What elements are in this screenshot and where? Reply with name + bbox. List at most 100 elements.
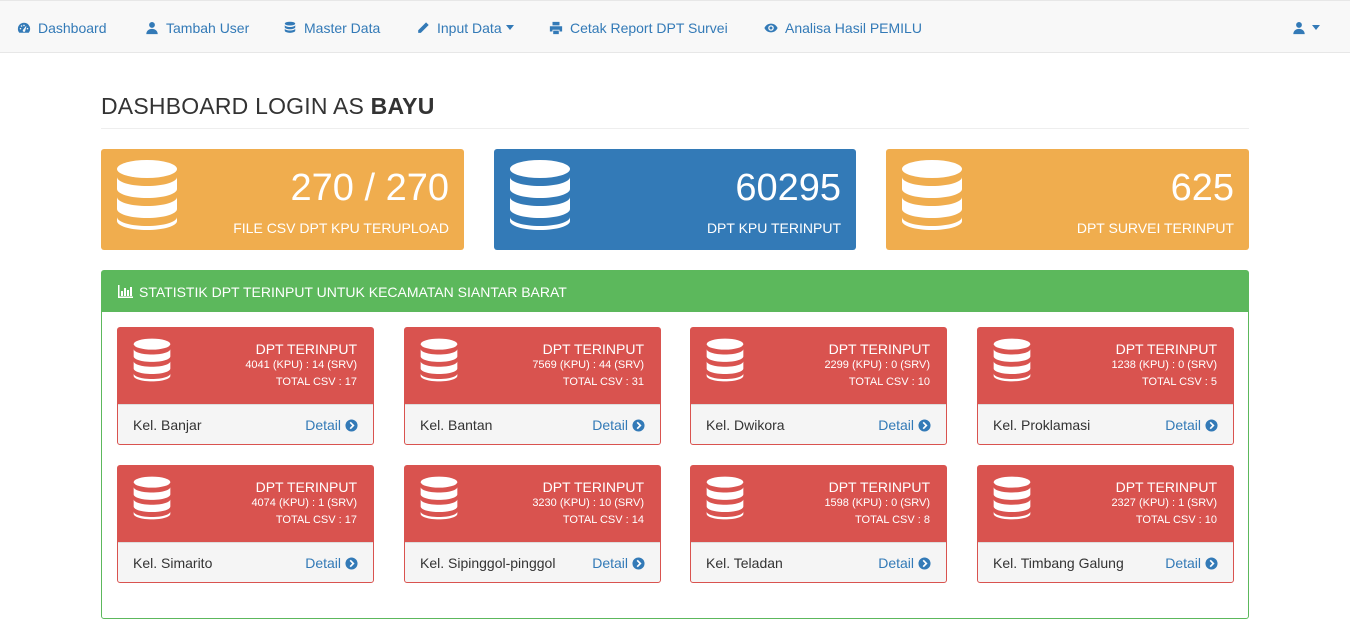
page-title-username: BAYU	[370, 93, 435, 119]
kelurahan-name: Kel. Timbang Galung	[993, 555, 1124, 571]
stat-value: 270 / 270	[290, 167, 449, 209]
card-total-csv: TOTAL CSV : 31	[562, 376, 644, 388]
card-title: DPT TERINPUT	[255, 341, 357, 357]
nav-cetak-report[interactable]: Cetak Report DPT Survei	[549, 1, 728, 54]
kelurahan-card-footer: Kel. Proklamasi Detail	[978, 404, 1233, 444]
top-navbar: Dashboard Tambah User Master Data Input …	[0, 0, 1350, 53]
dashboard-icon	[17, 22, 31, 33]
kelurahan-card-summary: DPT TERINPUT 2299 (KPU) : 0 (SRV) TOTAL …	[691, 328, 946, 404]
card-counts: 4074 (KPU) : 1 (SRV)	[251, 497, 357, 509]
arrow-circle-right-icon	[632, 418, 645, 432]
detail-link[interactable]: Detail	[305, 417, 358, 433]
database-icon	[133, 476, 171, 520]
card-title: DPT TERINPUT	[828, 479, 930, 495]
arrow-circle-right-icon	[345, 418, 358, 432]
database-icon	[902, 160, 962, 230]
arrow-circle-right-icon	[345, 556, 358, 570]
eye-icon	[764, 23, 778, 32]
kelurahan-card: DPT TERINPUT 7569 (KPU) : 44 (SRV) TOTAL…	[404, 327, 661, 445]
nav-tambah-user-label: Tambah User	[166, 19, 250, 36]
stat-value: 60295	[735, 167, 841, 209]
kelurahan-card-footer: Kel. Timbang Galung Detail	[978, 542, 1233, 582]
nav-dashboard[interactable]: Dashboard	[17, 1, 107, 54]
detail-link[interactable]: Detail	[305, 555, 358, 571]
card-counts: 1238 (KPU) : 0 (SRV)	[1111, 359, 1217, 371]
database-icon	[706, 338, 744, 382]
kelurahan-card-footer: Kel. Simarito Detail	[118, 542, 373, 582]
card-counts: 7569 (KPU) : 44 (SRV)	[532, 359, 644, 371]
card-counts: 2299 (KPU) : 0 (SRV)	[824, 359, 930, 371]
page-title-prefix: DASHBOARD LOGIN AS	[101, 93, 371, 119]
nav-input-data-dropdown[interactable]: Input Data	[416, 1, 514, 54]
bar-chart-icon	[118, 285, 133, 298]
panel-heading: STATISTIK DPT TERINPUT UNTUK KECAMATAN S…	[102, 271, 1248, 312]
user-icon	[146, 21, 158, 34]
kelurahan-card-summary: DPT TERINPUT 4041 (KPU) : 14 (SRV) TOTAL…	[118, 328, 373, 404]
kelurahan-name: Kel. Banjar	[133, 417, 202, 433]
card-title: DPT TERINPUT	[255, 479, 357, 495]
card-title: DPT TERINPUT	[828, 341, 930, 357]
card-total-csv: TOTAL CSV : 10	[848, 376, 930, 388]
stat-label: DPT KPU TERINPUT	[706, 220, 841, 236]
card-counts: 3230 (KPU) : 10 (SRV)	[532, 497, 644, 509]
kelurahan-name: Kel. Dwikora	[706, 417, 785, 433]
kelurahan-card-summary: DPT TERINPUT 1598 (KPU) : 0 (SRV) TOTAL …	[691, 466, 946, 542]
card-total-csv: TOTAL CSV : 8	[855, 514, 930, 526]
kelurahan-card-footer: Kel. Banjar Detail	[118, 404, 373, 444]
nav-analisa-hasil-label: Analisa Hasil PEMILU	[785, 19, 922, 36]
database-icon	[993, 476, 1031, 520]
nav-master-data[interactable]: Master Data	[283, 1, 380, 54]
nav-cetak-report-label: Cetak Report DPT Survei	[570, 19, 728, 36]
card-total-csv: TOTAL CSV : 14	[562, 514, 644, 526]
pencil-icon	[417, 21, 429, 34]
arrow-circle-right-icon	[632, 556, 645, 570]
kelurahan-card: DPT TERINPUT 4074 (KPU) : 1 (SRV) TOTAL …	[117, 465, 374, 583]
kelurahan-card-footer: Kel. Bantan Detail	[405, 404, 660, 444]
database-icon	[510, 160, 570, 230]
nav-analisa-hasil[interactable]: Analisa Hasil PEMILU	[764, 1, 922, 54]
user-menu-dropdown[interactable]	[1292, 1, 1320, 54]
card-total-csv: TOTAL CSV : 5	[1142, 376, 1217, 388]
kelurahan-card: DPT TERINPUT 1598 (KPU) : 0 (SRV) TOTAL …	[690, 465, 947, 583]
detail-link[interactable]: Detail	[1165, 555, 1218, 571]
card-title: DPT TERINPUT	[1115, 479, 1217, 495]
detail-link[interactable]: Detail	[592, 417, 645, 433]
card-title: DPT TERINPUT	[542, 479, 644, 495]
database-icon	[706, 476, 744, 520]
card-total-csv: TOTAL CSV : 17	[275, 514, 357, 526]
detail-link[interactable]: Detail	[878, 555, 931, 571]
stat-label: FILE CSV DPT KPU TERUPLOAD	[233, 220, 449, 236]
detail-label: Detail	[305, 417, 341, 433]
kelurahan-card: DPT TERINPUT 2327 (KPU) : 1 (SRV) TOTAL …	[977, 465, 1234, 583]
card-total-csv: TOTAL CSV : 17	[275, 376, 357, 388]
nav-master-data-label: Master Data	[304, 19, 381, 36]
card-counts: 1598 (KPU) : 0 (SRV)	[824, 497, 930, 509]
kelurahan-card: DPT TERINPUT 4041 (KPU) : 14 (SRV) TOTAL…	[117, 327, 374, 445]
kelurahan-card: DPT TERINPUT 3230 (KPU) : 10 (SRV) TOTAL…	[404, 465, 661, 583]
user-icon	[1293, 21, 1305, 34]
print-icon	[549, 21, 563, 34]
kelurahan-name: Kel. Sipinggol-pinggol	[420, 555, 556, 571]
detail-label: Detail	[878, 555, 914, 571]
arrow-circle-right-icon	[1205, 556, 1218, 570]
nav-tambah-user[interactable]: Tambah User	[145, 1, 249, 54]
database-icon	[284, 21, 296, 33]
database-icon	[133, 338, 171, 382]
detail-link[interactable]: Detail	[1165, 417, 1218, 433]
card-counts: 4041 (KPU) : 14 (SRV)	[245, 359, 357, 371]
caret-down-icon	[505, 25, 514, 30]
kelurahan-name: Kel. Proklamasi	[993, 417, 1091, 433]
database-icon	[420, 476, 458, 520]
database-icon	[420, 338, 458, 382]
detail-link[interactable]: Detail	[878, 417, 931, 433]
stat-box-dpt-survei: 625 DPT SURVEI TERINPUT	[886, 149, 1249, 250]
database-icon	[993, 338, 1031, 382]
panel-title: STATISTIK DPT TERINPUT UNTUK KECAMATAN S…	[139, 283, 567, 300]
detail-link[interactable]: Detail	[592, 555, 645, 571]
detail-label: Detail	[878, 417, 914, 433]
detail-label: Detail	[305, 555, 341, 571]
stat-box-dpt-kpu: 60295 DPT KPU TERINPUT	[494, 149, 856, 250]
nav-dashboard-label: Dashboard	[38, 19, 107, 36]
card-total-csv: TOTAL CSV : 10	[1135, 514, 1217, 526]
kelurahan-card-summary: DPT TERINPUT 4074 (KPU) : 1 (SRV) TOTAL …	[118, 466, 373, 542]
